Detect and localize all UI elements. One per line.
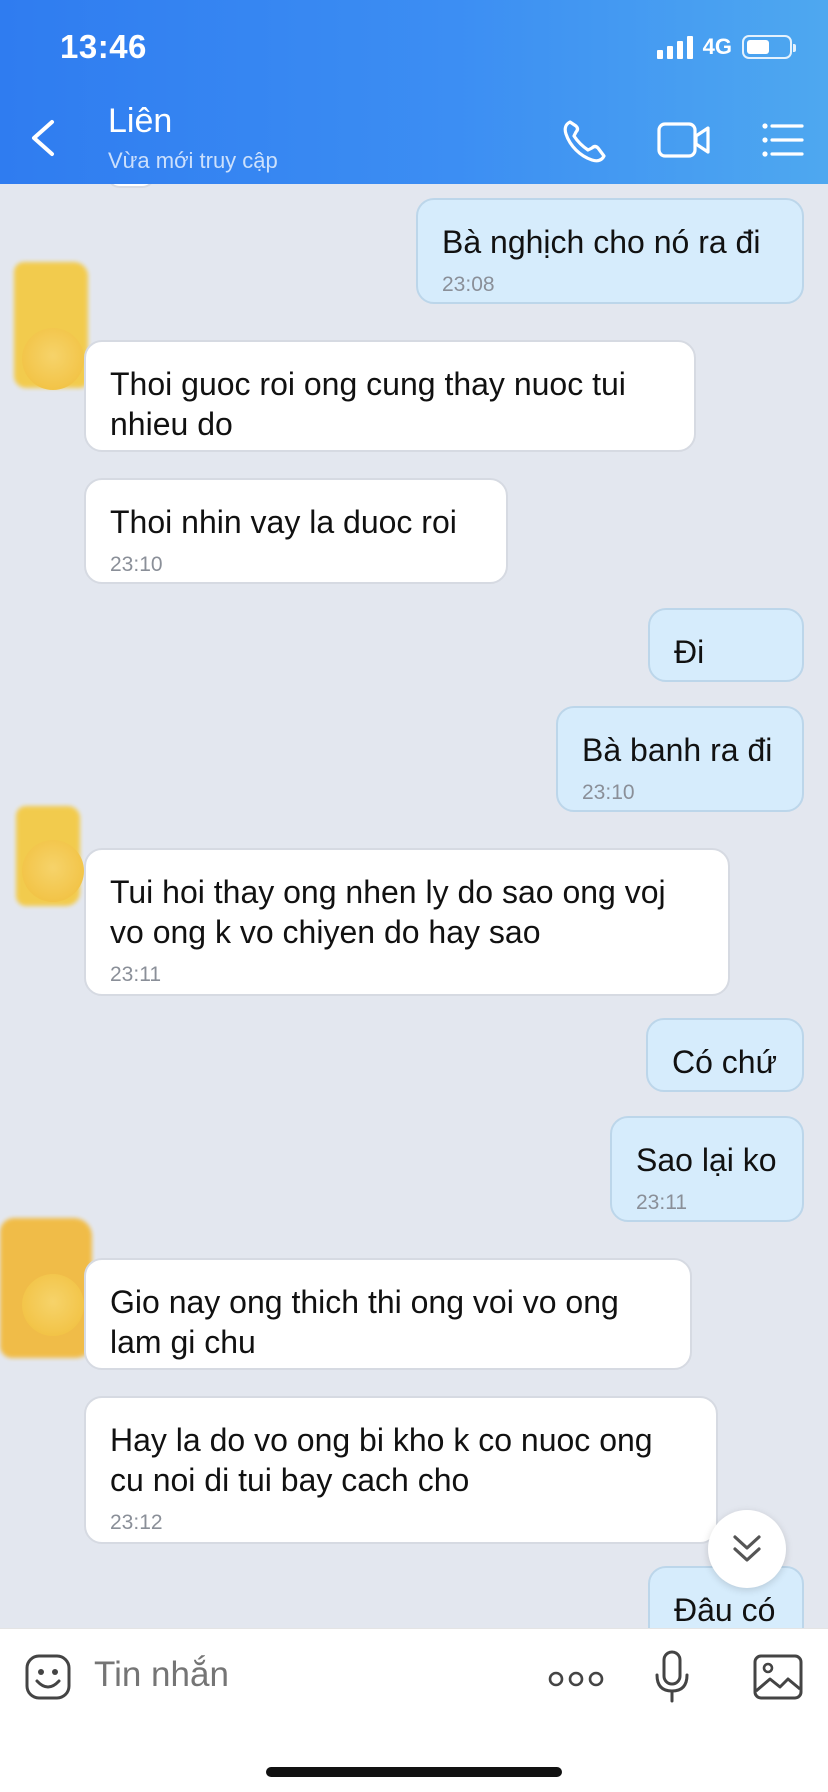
message-bubble[interactable]: Thoi nhin vay la duoc roi 23:10 bbox=[84, 478, 508, 584]
message-list[interactable]: Bà nghịch cho nó ra đi 23:08 Thoi guoc r… bbox=[0, 184, 828, 1628]
chat-menu-button[interactable] bbox=[760, 116, 806, 164]
message-text: Thoi nhin vay la duoc roi bbox=[110, 504, 457, 540]
message-bubble[interactable]: Bà nghịch cho nó ra đi 23:08 bbox=[416, 198, 804, 304]
message-input-bar bbox=[0, 1628, 828, 1792]
message-text: Có chứ bbox=[672, 1044, 778, 1080]
scroll-to-bottom-button[interactable] bbox=[708, 1510, 786, 1588]
message-text: Bà nghịch cho nó ra đi bbox=[442, 224, 761, 260]
microphone-icon bbox=[655, 1650, 689, 1703]
video-camera-icon bbox=[657, 122, 710, 158]
message-text: Sao lại ko bbox=[636, 1142, 777, 1178]
send-image-button[interactable] bbox=[752, 1653, 804, 1701]
message-time: 23:11 bbox=[110, 963, 161, 986]
phone-icon bbox=[563, 120, 606, 163]
message-input[interactable] bbox=[94, 1655, 434, 1695]
message-bubble[interactable]: Có chứ bbox=[646, 1018, 804, 1092]
status-indicators: 4G bbox=[656, 34, 796, 60]
message-time: 23:10 bbox=[582, 781, 635, 804]
avatar[interactable] bbox=[22, 840, 84, 902]
double-chevron-down-icon bbox=[733, 1535, 761, 1562]
message-bubble[interactable]: Bà banh ra đi 23:10 bbox=[556, 706, 804, 812]
message-text: Thoi guoc roi ong cung thay nuoc tui nhi… bbox=[110, 366, 635, 442]
message-text: Gio nay ong thich thi ong voi vo ong lam… bbox=[110, 1284, 628, 1360]
back-button[interactable] bbox=[24, 116, 64, 160]
video-call-button[interactable] bbox=[656, 116, 712, 164]
message-time: 23:11 bbox=[636, 1191, 687, 1214]
status-time: 13:46 bbox=[60, 28, 147, 65]
battery-icon bbox=[742, 35, 796, 59]
message-text: Bà banh ra đi bbox=[582, 732, 773, 768]
network-type: 4G bbox=[702, 34, 732, 59]
clipped-message-edge bbox=[106, 184, 156, 188]
image-icon bbox=[753, 1654, 803, 1700]
call-button[interactable] bbox=[558, 116, 610, 164]
list-menu-icon bbox=[762, 123, 804, 157]
message-text: Đi bbox=[674, 634, 705, 670]
more-icon bbox=[548, 1671, 604, 1687]
message-bubble[interactable]: Đi bbox=[648, 608, 804, 682]
message-bubble[interactable]: Thoi guoc roi ong cung thay nuoc tui nhi… bbox=[84, 340, 696, 452]
message-time: 23:10 bbox=[110, 553, 163, 576]
message-bubble[interactable]: Sao lại ko 23:11 bbox=[610, 1116, 804, 1222]
message-time: 23:08 bbox=[442, 273, 495, 296]
signal-icon bbox=[656, 35, 693, 59]
home-indicator[interactable] bbox=[266, 1767, 562, 1777]
chat-header: 13:46 4G Liên Vừa mới truy cập bbox=[0, 0, 828, 184]
avatar[interactable] bbox=[22, 328, 84, 390]
contact-name[interactable]: Liên bbox=[108, 102, 172, 141]
emoji-icon bbox=[25, 1654, 71, 1700]
message-bubble[interactable]: Hay la do vo ong bi kho k co nuoc ong cu… bbox=[84, 1396, 718, 1544]
message-bubble[interactable]: Tui hoi thay ong nhen ly do sao ong voj … bbox=[84, 848, 730, 996]
message-bubble[interactable]: Gio nay ong thich thi ong voi vo ong lam… bbox=[84, 1258, 692, 1370]
contact-status: Vừa mới truy cập bbox=[108, 148, 278, 173]
avatar[interactable] bbox=[22, 1274, 84, 1336]
message-time: 23:12 bbox=[110, 1511, 163, 1534]
more-button[interactable] bbox=[548, 1669, 604, 1689]
emoji-button[interactable] bbox=[24, 1653, 72, 1701]
back-arrow-icon bbox=[32, 120, 54, 156]
voice-message-button[interactable] bbox=[652, 1649, 692, 1705]
message-text: Hay la do vo ong bi kho k co nuoc ong cu… bbox=[110, 1422, 662, 1498]
message-text: Tui hoi thay ong nhen ly do sao ong voj … bbox=[110, 874, 675, 950]
